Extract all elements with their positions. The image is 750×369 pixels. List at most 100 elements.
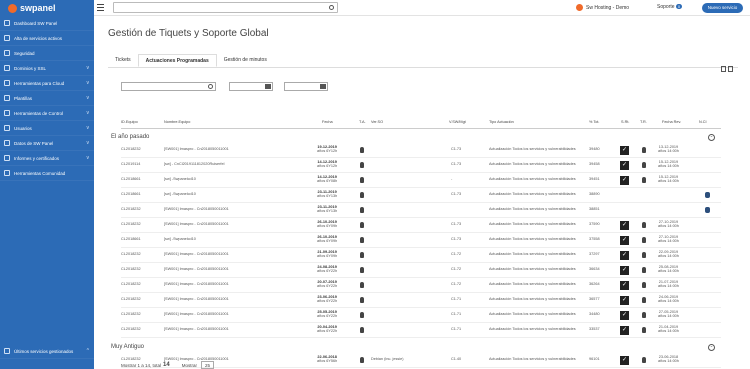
tab-minutes[interactable]: Gestión de minutos — [217, 54, 274, 67]
sidebar-item[interactable]: Datos de SW Panel v — [0, 136, 94, 151]
column-header[interactable]: % Tot. — [589, 120, 599, 124]
table-row[interactable]: CL2018232 [SW001] Imaspro - Cn20180500110… — [121, 263, 721, 278]
per-page-select[interactable]: 25 — [200, 361, 214, 369]
sidebar-item-label: Últimos servicios gestionados — [14, 348, 74, 354]
sidebar-item-recent-services[interactable]: Últimos servicios gestionados ^ — [0, 344, 94, 359]
check-icon: ✓ — [620, 266, 629, 275]
cell-total: 36577 — [589, 297, 600, 301]
column-header[interactable]: Tipo Actuación — [489, 120, 514, 124]
table-row[interactable]: CL2018232 [SW001] Imaspro - Cn20180500110… — [121, 323, 721, 338]
sidebar-item[interactable]: Seguridad — [0, 46, 94, 61]
cell-id[interactable]: CL2018232 — [121, 207, 141, 211]
cell-id[interactable]: CL2018661 — [121, 237, 141, 241]
technician-icon — [642, 162, 646, 168]
sidebar-item[interactable]: Herramientas para Cloud v — [0, 76, 94, 91]
cell-id[interactable]: CL2018232 — [121, 312, 141, 316]
table-row[interactable]: CL2018232 [SW001] Imaspro - Cn20180500110… — [121, 308, 721, 323]
cell-id[interactable]: CL2018232 — [121, 297, 141, 301]
sidebar-item-label: Datos de SW Panel — [14, 140, 54, 146]
table-row[interactable]: CL2018232 [SW001] Imaspro - Cn20180500110… — [121, 218, 721, 233]
table-row[interactable]: CL2018232 [SW001] Imaspro - Cn20180500110… — [121, 278, 721, 293]
table-row[interactable]: CL2019114 [sw] - CnCl2019111812020Ruiserf… — [121, 158, 721, 173]
sidebar-item[interactable]: Herramientas de Control v — [0, 106, 94, 121]
column-header[interactable]: S.Rt. — [621, 120, 629, 124]
cell-version: C1.73 — [451, 237, 462, 241]
collapse-group-icon[interactable]: - — [708, 344, 715, 351]
export-icon[interactable] — [721, 66, 726, 72]
column-header[interactable]: T.A. — [359, 120, 366, 124]
cell-id[interactable]: CL2018232 — [121, 282, 141, 286]
menu-toggle-icon[interactable] — [97, 4, 104, 11]
user-icon — [360, 312, 364, 318]
sidebar-item[interactable]: Herramientas Comunidad — [0, 166, 94, 181]
sidebar-item[interactable]: Informes y certificados v — [0, 151, 94, 166]
swpanel-logo-icon — [8, 3, 17, 13]
column-header[interactable]: ID.Equipo — [121, 120, 138, 124]
cell-id[interactable]: CL2019114 — [121, 162, 140, 166]
cell-total: 33537 — [589, 327, 600, 331]
new-service-button[interactable]: Nuevo servicio — [702, 3, 743, 13]
cell-id[interactable]: CL2018232 — [121, 327, 141, 331]
sidebar-item-label: Alta de servicios activos — [14, 35, 63, 41]
cell-id[interactable]: CL2018232 — [121, 147, 141, 151]
sidebar-item[interactable]: Dominios y SSL v — [0, 61, 94, 76]
cell-total: 37558 — [589, 237, 600, 241]
table-row[interactable]: CL2018661 [sw] -Swpanelcd10 23-11-2019 años… — [121, 188, 721, 203]
column-header[interactable]: T.R. — [640, 120, 647, 124]
sidebar-item-label: Dominios y SSL — [14, 65, 47, 71]
date-from-input[interactable] — [229, 82, 273, 91]
tab-scheduled-actions[interactable]: Actuaciones Programadas — [137, 54, 217, 67]
sidebar-item-label: Usuarios — [14, 125, 32, 131]
table-row[interactable]: CL2018232 [SW001] Imaspro - Cn20180500110… — [121, 248, 721, 263]
user-icon — [360, 162, 364, 168]
global-search-input[interactable] — [113, 2, 338, 13]
table-row[interactable]: CL2018232 [SW001] Imaspro - Cn20180500110… — [121, 203, 721, 218]
support-menu[interactable]: Soporte 0 — [657, 4, 683, 10]
sidebar-item-label: Seguridad — [14, 50, 35, 56]
review-ago: años 14:00h — [658, 239, 679, 243]
table-row[interactable]: CL2018232 [SW001] Imaspro - Cn20180500110… — [121, 143, 721, 158]
cell-id[interactable]: CL2018232 — [121, 267, 141, 271]
cell-id[interactable]: CL2018661 — [121, 177, 141, 181]
column-header[interactable]: V.SW/Mgt — [449, 120, 466, 124]
cell-review-date: 27-10-2019 años 14:00h — [658, 220, 679, 228]
cell-date: 23-06-2019 años 6Y22h — [317, 295, 337, 303]
table-row[interactable]: CL2018232 [SW001] Imaspro - Cn20180500110… — [121, 293, 721, 308]
table-row[interactable]: CL2018661 [sw] -Swpanelcd10 26-10-2019 años… — [121, 233, 721, 248]
cell-id[interactable]: CL2018661 — [121, 192, 141, 196]
cell-id[interactable]: CL2018232 — [121, 222, 141, 226]
table-row[interactable]: CL2018661 [sw] -Swpanelcd10 14-12-2019 años… — [121, 173, 721, 188]
sidebar-item[interactable]: Plantillas v — [0, 91, 94, 106]
sidebar-item[interactable]: Alta de servicios activos — [0, 31, 94, 46]
technician-icon — [642, 237, 646, 243]
sidebar-item[interactable]: Usuarios v — [0, 121, 94, 136]
cell-id[interactable]: CL2018232 — [121, 252, 141, 256]
column-header[interactable]: Nombre.Equipo — [164, 120, 190, 124]
company-name: Sw Hosting - Demo — [586, 4, 630, 11]
column-header[interactable]: Fecha Rev. — [662, 120, 681, 124]
sidebar-item[interactable]: Dashboard SW Panel — [0, 16, 94, 31]
tab-tickets[interactable]: Tickets — [108, 54, 138, 67]
cell-name: [sw] -Swpanelcd10 — [164, 237, 196, 241]
column-header[interactable]: Fecha — [322, 120, 333, 124]
column-header[interactable]: N.CI — [699, 120, 707, 124]
date-ago: años 6Y56h — [317, 359, 338, 363]
review-ago: años 14:00h — [658, 359, 679, 363]
cell-version: C1.72 — [451, 282, 462, 286]
cell-date: 20-04-2019 años 6Y22h — [317, 325, 337, 333]
print-icon[interactable] — [728, 66, 733, 72]
filter-search-input[interactable] — [121, 82, 216, 91]
assign-user-icon[interactable] — [705, 207, 710, 213]
column-header[interactable]: Ver.SO — [371, 120, 383, 124]
collapse-group-icon[interactable]: - — [708, 134, 715, 141]
technician-icon — [642, 297, 646, 303]
assign-user-icon[interactable] — [705, 192, 710, 198]
calendar-icon — [320, 84, 326, 89]
brand-logo[interactable]: swpanel — [0, 0, 94, 16]
company-selector[interactable]: Sw Hosting - Demo — [576, 4, 629, 11]
cell-total: 34480 — [589, 312, 600, 316]
date-ago: años 6Y22h — [317, 269, 338, 273]
date-to-input[interactable] — [284, 82, 328, 91]
cell-date: 20-07-2019 años 6Y22h — [317, 280, 337, 288]
cell-review-date: 15-12-2019 años 14:00h — [658, 175, 679, 183]
